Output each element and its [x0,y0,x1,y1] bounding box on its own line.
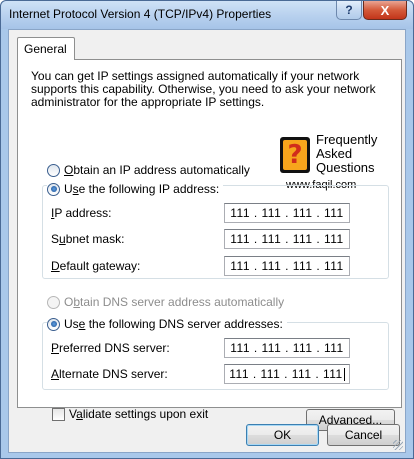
validate-settings-checkbox[interactable] [52,408,65,421]
dialog-window: Internet Protocol Version 4 (TCP/IPv4) P… [0,0,414,459]
info-text: You can get IP settings assigned automat… [31,69,376,109]
radio-use-following-dns-label: Use the following DNS server addresses: [64,317,283,331]
radio-button-icon[interactable] [47,163,60,177]
radio-button-selected-icon[interactable] [47,317,60,331]
subnet-mask-input[interactable]: 111 . 111 . 111 . 111 [224,229,350,249]
ip-address-label: IP address: [51,206,112,220]
radio-obtain-dns-auto-label: Obtain DNS server address automatically [64,295,285,309]
radio-button-selected-icon[interactable] [47,182,60,196]
radio-obtain-ip-auto-label: Obtain an IP address automatically [64,163,250,177]
cancel-button-label: Cancel [344,428,383,442]
subnet-mask-label: Subnet mask: [51,232,125,246]
preferred-dns-label: Preferred DNS server: [51,341,170,355]
tab-general[interactable]: General [17,37,75,60]
dialog-client-area: General You can get IP settings assigned… [8,29,406,453]
default-gateway-input[interactable]: 111 . 111 . 111 . 111 [224,256,350,276]
tab-general-label: General [24,42,67,56]
radio-use-following-dns[interactable]: Use the following DNS server addresses: [47,317,287,331]
validate-settings-label: Validate settings upon exit [69,407,209,421]
radio-obtain-ip-auto[interactable]: Obtain an IP address automatically [47,163,250,177]
close-button[interactable]: X [363,1,407,20]
question-mark-icon: ? [283,140,307,170]
ok-button[interactable]: OK [246,424,319,446]
radio-obtain-dns-auto[interactable]: Obtain DNS server address automatically [47,295,284,309]
alternate-dns-value: 111 . 111 . 111 . 111 [229,367,343,381]
ip-address-input[interactable]: 111 . 111 . 111 . 111 [224,203,350,223]
text-caret [343,367,345,381]
default-gateway-label: Default gateway: [51,259,141,273]
cancel-button[interactable]: Cancel [327,424,400,446]
alternate-dns-label: Alternate DNS server: [51,367,168,381]
faq-logo-text: Frequently Asked Questions [316,132,378,175]
faq-badge: ? [280,137,310,173]
general-tab-panel: You can get IP settings assigned automat… [17,59,402,431]
radio-use-following-ip-label: Use the following IP address: [64,182,220,196]
help-icon: ? [345,3,353,17]
help-button[interactable]: ? [336,1,362,20]
ok-button-label: OK [273,428,292,442]
radio-use-following-ip[interactable]: Use the following IP address: [47,182,224,196]
window-title: Internet Protocol Version 4 (TCP/IPv4) P… [9,7,272,21]
close-icon: X [380,2,390,18]
preferred-dns-input[interactable]: 111 . 111 . 111 . 111 [224,338,350,358]
radio-button-disabled-icon[interactable] [47,295,60,309]
alternate-dns-input[interactable]: 111 . 111 . 111 . 111 [224,364,350,384]
resize-grip-icon[interactable] [393,440,403,450]
title-bar[interactable]: Internet Protocol Version 4 (TCP/IPv4) P… [1,1,413,29]
